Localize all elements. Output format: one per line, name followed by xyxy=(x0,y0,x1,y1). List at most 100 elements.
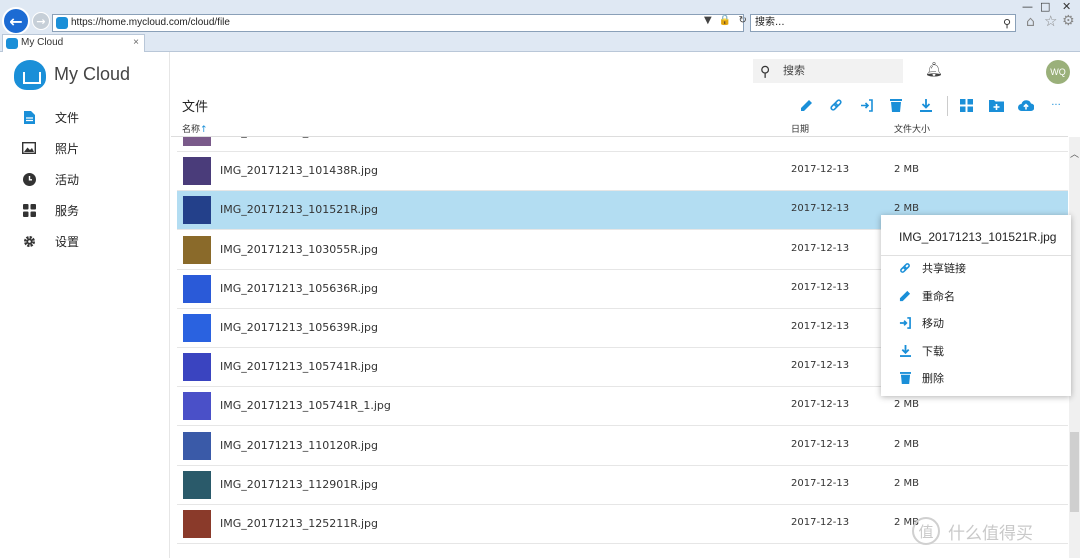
arrow-right-icon: → xyxy=(36,14,46,28)
column-header-name[interactable]: 名称↑ xyxy=(182,122,208,135)
link-icon xyxy=(830,99,842,111)
move-toolbar-button[interactable] xyxy=(857,96,875,114)
watermark: 值 什么值得买 xyxy=(912,516,1072,546)
sidebar-item-label: 活动 xyxy=(55,172,80,187)
file-date: 2017-12-13 xyxy=(791,517,850,528)
clock-icon xyxy=(22,172,36,186)
forward-button[interactable]: → xyxy=(32,12,50,30)
minimize-button[interactable]: — xyxy=(1022,0,1033,13)
logo-text: My Cloud xyxy=(54,64,131,84)
watermark-badge: 值 xyxy=(912,517,940,545)
settings-gear-icon[interactable]: ⚙ xyxy=(1062,13,1075,29)
file-name: IMG_20171213_105639R.jpg xyxy=(220,321,379,334)
tab-my-cloud[interactable]: My Cloud × xyxy=(2,34,145,52)
sidebar-item-1[interactable]: 照片 xyxy=(22,137,162,159)
file-thumbnail xyxy=(183,137,211,146)
scrollbar-thumb[interactable] xyxy=(1070,432,1079,512)
file-date: 2017-12-13 xyxy=(791,321,850,332)
table-row[interactable]: IMG_20171213_101435R.jpg2017-12-132 MB xyxy=(177,137,1068,152)
context-menu-item[interactable]: 移动 xyxy=(899,314,1059,332)
file-name: IMG_20171213_105741R.jpg xyxy=(220,360,379,374)
delete-toolbar-button[interactable] xyxy=(887,96,905,114)
url-text: https://home.mycloud.com/cloud/file xyxy=(71,17,230,28)
table-row[interactable]: IMG_20171213_110120R.jpg 2017-12-13 2 MB xyxy=(177,427,1068,466)
close-window-button[interactable]: ✕ xyxy=(1062,0,1071,13)
file-thumbnail xyxy=(183,353,211,382)
avatar[interactable]: WQ xyxy=(1046,60,1070,84)
browser-search-placeholder: 搜索... xyxy=(755,17,785,28)
notification-bell-icon[interactable]: 🔔︎ xyxy=(925,62,943,78)
grid-view-toolbar-button[interactable] xyxy=(957,96,975,114)
home-icon[interactable]: ⌂ xyxy=(1026,14,1035,30)
toolbar-divider xyxy=(947,96,948,116)
file-thumbnail xyxy=(183,157,211,186)
back-button[interactable]: ← xyxy=(2,7,30,35)
sidebar-item-0[interactable]: 文件 xyxy=(22,106,162,128)
toolbar: ··· xyxy=(797,96,1077,116)
file-size: 2 MB xyxy=(894,203,920,215)
new-folder-toolbar-button[interactable] xyxy=(987,96,1005,114)
site-favicon-icon xyxy=(56,17,68,29)
mycloud-logo-icon xyxy=(14,60,46,90)
column-header-size[interactable]: 文件大小 xyxy=(894,122,930,135)
sidebar-item-4[interactable]: 设置 xyxy=(22,230,162,252)
table-row[interactable]: IMG_20171213_101438R.jpg 2017-12-13 2 MB xyxy=(177,152,1068,192)
sidebar: My Cloud 文件照片活动服务设置 xyxy=(0,52,170,558)
sidebar-item-label: 服务 xyxy=(55,203,80,218)
logo[interactable]: My Cloud xyxy=(14,58,154,92)
upload-toolbar-button[interactable] xyxy=(1017,96,1035,114)
more-dots-icon: ··· xyxy=(1051,99,1061,111)
file-thumbnail xyxy=(183,314,211,342)
column-header-date[interactable]: 日期 xyxy=(791,122,809,135)
image-icon xyxy=(22,141,36,155)
search-icon: ⚲ xyxy=(760,64,771,80)
context-menu-item-label: 共享链接 xyxy=(922,262,966,275)
file-name: IMG_20171213_110120R.jpg xyxy=(220,438,379,452)
file-date: 2017-12-13 xyxy=(791,477,850,489)
star-icon[interactable]: ☆ xyxy=(1044,12,1057,30)
download-icon xyxy=(920,98,932,112)
scroll-up-icon[interactable]: ︿ xyxy=(1069,147,1080,160)
context-menu-item[interactable]: 下载 xyxy=(899,342,1059,360)
sidebar-item-3[interactable]: 服务 xyxy=(22,199,162,221)
rename-toolbar-button[interactable] xyxy=(797,96,815,114)
file-date: 2017-12-13 xyxy=(791,164,850,176)
tab-close-icon[interactable]: × xyxy=(133,35,139,51)
app-search-input[interactable]: ⚲ 搜索 xyxy=(753,59,903,83)
file-date: 2017-12-13 xyxy=(791,203,850,215)
context-menu-item-label: 删除 xyxy=(922,372,944,386)
trash-icon xyxy=(899,372,911,385)
pencil-icon xyxy=(899,290,911,302)
search-icon[interactable]: ⚲ xyxy=(1003,16,1011,32)
file-name: IMG_20171213_105636R.jpg xyxy=(220,281,379,295)
page-title: 文件 xyxy=(182,100,209,115)
cloud-upload-icon xyxy=(1018,100,1034,111)
sidebar-item-2[interactable]: 活动 xyxy=(22,168,162,190)
context-menu-item[interactable]: 删除 xyxy=(899,369,1059,387)
file-name: IMG_20171213_105741R_1.jpg xyxy=(220,399,391,413)
url-field[interactable]: https://home.mycloud.com/cloud/file xyxy=(52,14,744,32)
file-date: 2017-12-13 xyxy=(791,281,850,293)
sidebar-item-label: 照片 xyxy=(55,141,80,156)
file-name: IMG_20171213_103055R.jpg xyxy=(220,242,379,256)
context-menu-divider xyxy=(881,255,1071,256)
grid-icon xyxy=(959,98,973,112)
folder-plus-icon xyxy=(988,99,1004,112)
more-options-button[interactable]: ··· xyxy=(1047,96,1065,114)
share-link-toolbar-button[interactable] xyxy=(827,96,845,114)
trash-icon xyxy=(890,98,902,112)
file-name: IMG_20171213_125211R.jpg xyxy=(220,517,379,530)
file-thumbnail xyxy=(183,235,211,264)
context-menu-item[interactable]: 共享链接 xyxy=(899,259,1059,277)
gear-icon xyxy=(22,234,36,248)
table-row[interactable]: IMG_20171213_112901R.jpg 2017-12-13 2 MB xyxy=(177,466,1068,505)
tab-row: My Cloud × xyxy=(0,33,1080,52)
file-name: IMG_20171213_101521R.jpg xyxy=(220,203,379,217)
url-tools[interactable]: ▼ 🔒 ↻ xyxy=(704,15,749,26)
file-date: 2017-12-13 xyxy=(791,242,850,254)
download-toolbar-button[interactable] xyxy=(917,96,935,114)
context-menu-item[interactable]: 重命名 xyxy=(899,287,1059,305)
column-name-label: 名称 xyxy=(182,125,201,135)
browser-search-input[interactable]: 搜索... ⚲ xyxy=(750,14,1016,32)
file-size: 2 MB xyxy=(894,477,920,489)
